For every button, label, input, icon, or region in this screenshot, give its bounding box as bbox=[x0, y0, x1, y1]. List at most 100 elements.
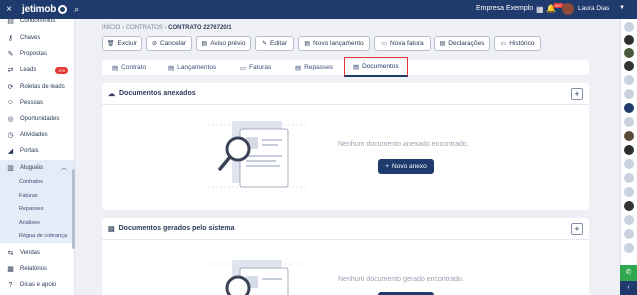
sidebar-item-label: Oportunidades bbox=[20, 116, 60, 123]
empty-documents-illustration bbox=[204, 121, 308, 188]
chat-icon[interactable]: ✆ bbox=[620, 265, 637, 281]
pencil-icon: ✎ bbox=[261, 41, 268, 47]
sidebar-subitem-repasses[interactable]: Repasses bbox=[0, 202, 74, 216]
avatar[interactable] bbox=[624, 243, 634, 253]
sidebar-item-roletas[interactable]: ⟳ Roletas de leads bbox=[0, 79, 74, 95]
user-name[interactable]: Laura Dias bbox=[578, 5, 609, 12]
add-attachment-icon[interactable]: + bbox=[571, 88, 583, 100]
avatar[interactable] bbox=[624, 61, 634, 71]
people-icon: ☺ bbox=[6, 99, 15, 107]
sidebar-item-pessoas[interactable]: ☺ Pessoas bbox=[0, 95, 74, 111]
sidebar-item-atividades[interactable]: ◷ Atividades bbox=[0, 127, 74, 143]
report-icon: ▦ bbox=[7, 265, 14, 273]
tab-documentos[interactable]: ▤ Documentos bbox=[344, 57, 408, 77]
document-icon: ▤ bbox=[168, 64, 175, 72]
edit-button[interactable]: ✎ Editar bbox=[255, 36, 294, 51]
cancel-button[interactable]: ⊘ Cancelar bbox=[146, 36, 192, 51]
avatar[interactable] bbox=[624, 201, 634, 211]
avatar[interactable] bbox=[624, 117, 634, 127]
sidebar-item-label: Vendas bbox=[20, 249, 41, 256]
button-label: Aviso prévio bbox=[210, 40, 246, 47]
avatar[interactable] bbox=[624, 22, 634, 32]
sidebar-item-label: Leads bbox=[20, 67, 37, 74]
chevron-down-icon[interactable]: ▼ bbox=[619, 5, 625, 11]
megaphone-icon: ◢ bbox=[7, 148, 14, 156]
proposal-icon: ✎ bbox=[7, 51, 14, 59]
button-label: Histórico bbox=[509, 40, 535, 47]
sidebar-item-label: Pessoas bbox=[20, 99, 44, 106]
close-icon[interactable]: × bbox=[0, 4, 18, 15]
sidebar-item-portais[interactable]: ◢ Portais bbox=[0, 143, 74, 159]
notice-button[interactable]: ▤ Aviso prévio bbox=[196, 36, 251, 51]
history-button[interactable]: ▭ Histórico bbox=[494, 36, 541, 51]
sidebar-item-propostas[interactable]: ✎ Propostas bbox=[0, 46, 74, 62]
sidebar-item-oportunidades[interactable]: ◎ Oportunidades bbox=[0, 111, 74, 127]
avatar[interactable] bbox=[624, 159, 634, 169]
sidebar-item-chaves[interactable]: ⚷ Chaves bbox=[0, 30, 74, 46]
new-attachment-button[interactable]: + Novo anexo bbox=[378, 159, 434, 174]
avatar[interactable] bbox=[624, 103, 634, 113]
tab-label: Lançamentos bbox=[177, 64, 217, 71]
avatar[interactable] bbox=[624, 145, 634, 155]
sidebar-scrollbar[interactable] bbox=[72, 169, 75, 249]
history-icon: ▭ bbox=[500, 41, 507, 47]
avatar[interactable] bbox=[624, 229, 634, 239]
breadcrumb-contracts[interactable]: CONTRATOS bbox=[126, 25, 163, 31]
sidebar-item-leads[interactable]: ⇄ Leads 378 bbox=[0, 62, 74, 78]
sidebar-item-vendas[interactable]: ⇆ Vendas bbox=[0, 245, 74, 261]
sidebar-subitem-contratos[interactable]: Contratos bbox=[0, 175, 74, 190]
button-label: Novo anexo bbox=[392, 163, 427, 170]
document-icon: ▤ bbox=[112, 64, 119, 72]
sidebar-item-alugueis[interactable]: ▥ Aluguéis ︿ bbox=[0, 159, 74, 176]
leads-icon: ⇄ bbox=[7, 67, 14, 75]
tab-repasses[interactable]: ▤ Repasses bbox=[295, 60, 333, 75]
tab-faturas[interactable]: ▭ Faturas bbox=[240, 60, 271, 75]
sidebar-subitem-regua[interactable]: Régua de cobrança bbox=[0, 229, 74, 243]
attached-documents-card: ☁ Documentos anexados + Nenhum documento… bbox=[102, 83, 589, 210]
avatar[interactable] bbox=[624, 187, 634, 197]
tab-lancamentos[interactable]: ▤ Lançamentos bbox=[168, 60, 216, 75]
add-generated-icon[interactable]: + bbox=[571, 223, 583, 235]
avatar[interactable] bbox=[624, 89, 634, 99]
card-title: Documentos anexados bbox=[119, 90, 196, 97]
button-label: Nova fatura bbox=[390, 40, 424, 47]
tab-contrato[interactable]: ▤ Contrato bbox=[112, 60, 146, 75]
building-icon: ▤ bbox=[7, 18, 14, 25]
empty-generated-illustration bbox=[204, 260, 308, 295]
avatar[interactable] bbox=[624, 35, 634, 45]
top-bar: × jetimob ⌕ Empresa Exemplo ▦ 🔔 99+ Laur… bbox=[0, 0, 637, 19]
company-selector[interactable]: Empresa Exemplo bbox=[476, 5, 533, 12]
sidebar-item-condominios[interactable]: ▤ Condomínios bbox=[0, 16, 74, 26]
plus-icon: + bbox=[385, 163, 390, 170]
sidebar-item-label: Propostas bbox=[20, 51, 48, 58]
avatar[interactable] bbox=[624, 215, 634, 225]
sidebar-subitem-analises[interactable]: Análises bbox=[0, 215, 74, 230]
breadcrumb-home[interactable]: INÍCIO bbox=[102, 25, 120, 31]
new-invoice-button[interactable]: ▭ Nova fatura bbox=[374, 36, 431, 51]
document-icon: ▤ bbox=[201, 41, 208, 47]
chevron-left-icon[interactable]: ‹ bbox=[620, 281, 637, 295]
sidebar-subitem-faturas[interactable]: Faturas bbox=[0, 189, 74, 203]
sidebar-item-dicas[interactable]: ? Dicas e apoio bbox=[0, 277, 74, 293]
empty-state-text: Nenhum documento anexado encontrado. bbox=[338, 141, 469, 148]
sidebar: ▤ Condomínios ⚷ Chaves ✎ Propostas ⇄ Leads 37… bbox=[0, 16, 75, 295]
new-entry-button[interactable]: ▤ Novo lançamento bbox=[298, 36, 370, 51]
avatar[interactable] bbox=[624, 48, 634, 58]
search-icon[interactable]: ⌕ bbox=[74, 4, 79, 15]
roulette-icon: ⟳ bbox=[7, 83, 14, 91]
avatar[interactable] bbox=[624, 173, 634, 183]
sidebar-item-label: Chaves bbox=[20, 35, 41, 42]
delete-button[interactable]: 🗑 Excluir bbox=[102, 36, 142, 51]
avatar[interactable] bbox=[562, 3, 574, 15]
logo[interactable]: jetimob bbox=[22, 4, 68, 15]
document-icon: ▤ bbox=[439, 41, 446, 47]
breadcrumb-separator: › bbox=[164, 25, 167, 31]
declarations-button[interactable]: ▤ Declarações bbox=[434, 36, 490, 51]
apps-grid-icon[interactable]: ▦ bbox=[536, 5, 544, 14]
avatar[interactable] bbox=[624, 131, 634, 141]
right-rail bbox=[620, 19, 637, 295]
avatar[interactable] bbox=[624, 75, 634, 85]
button-label: Excluir bbox=[117, 40, 138, 47]
tab-label: Contrato bbox=[121, 64, 147, 71]
sidebar-item-relatorios[interactable]: ▦ Relatórios bbox=[0, 261, 74, 277]
